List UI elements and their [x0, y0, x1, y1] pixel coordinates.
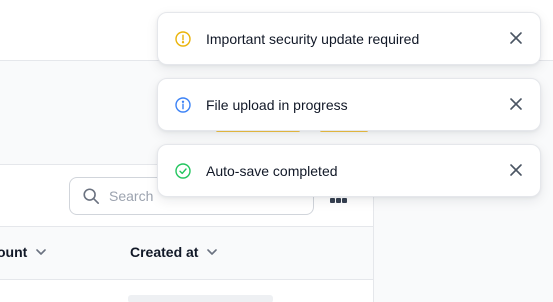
table-header: ount Created at — [0, 226, 373, 280]
table-row — [128, 295, 273, 302]
column-header-label: ount — [0, 244, 28, 260]
toast-message: File upload in progress — [206, 97, 348, 113]
search-icon — [83, 188, 100, 205]
toast-message: Auto-save completed — [206, 163, 338, 179]
close-icon[interactable] — [509, 163, 523, 177]
chevron-down-icon — [207, 249, 218, 255]
chevron-down-icon — [36, 249, 47, 255]
warning-icon — [175, 31, 191, 47]
column-header-count[interactable]: ount — [0, 244, 47, 260]
close-icon[interactable] — [509, 31, 523, 45]
column-header-created-at[interactable]: Created at — [130, 244, 218, 260]
toast-success: Auto-save completed — [157, 144, 541, 197]
toast-message: Important security update required — [206, 31, 420, 47]
info-icon — [175, 97, 191, 113]
close-icon[interactable] — [509, 97, 523, 111]
toast-info: File upload in progress — [157, 78, 541, 131]
toast-warning: Important security update required — [157, 12, 541, 65]
column-header-label: Created at — [130, 244, 199, 260]
check-circle-icon — [175, 163, 191, 179]
